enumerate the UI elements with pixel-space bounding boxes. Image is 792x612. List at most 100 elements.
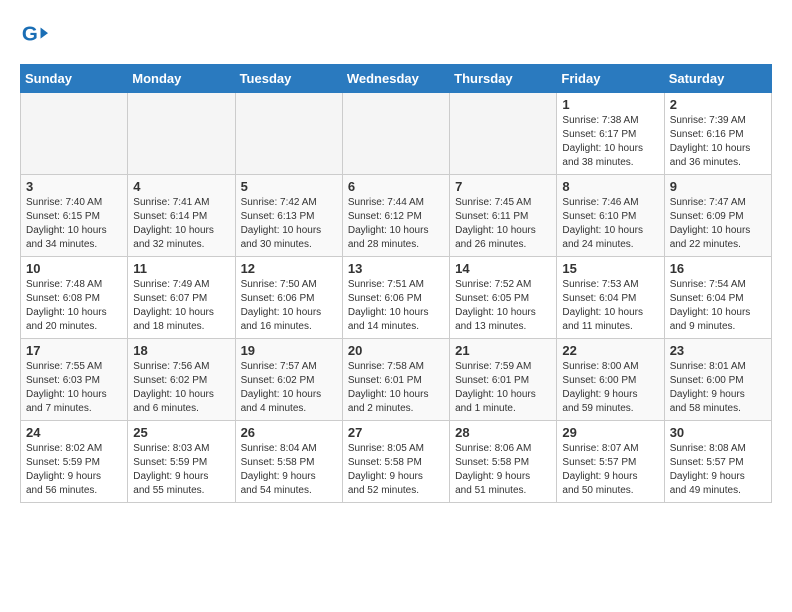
day-detail: Sunrise: 8:02 AM Sunset: 5:59 PM Dayligh… (26, 442, 122, 498)
day-cell: 21 Sunrise: 7:59 AM Sunset: 6:01 PM Dayli… (450, 339, 557, 421)
logo-icon: G (20, 20, 48, 48)
day-detail: Sunrise: 7:50 AM Sunset: 6:06 PM Dayligh… (241, 278, 337, 334)
week-row-4: 17 Sunrise: 7:55 AM Sunset: 6:03 PM Dayli… (21, 339, 772, 421)
day-number: 16 (670, 261, 766, 276)
calendar-table: SundayMondayTuesdayWednesdayThursdayFrid… (20, 64, 772, 503)
day-detail: Sunrise: 7:49 AM Sunset: 6:07 PM Dayligh… (133, 278, 229, 334)
day-detail: Sunrise: 7:46 AM Sunset: 6:10 PM Dayligh… (562, 196, 658, 252)
day-detail: Sunrise: 7:55 AM Sunset: 6:03 PM Dayligh… (26, 360, 122, 416)
day-detail: Sunrise: 8:05 AM Sunset: 5:58 PM Dayligh… (348, 442, 444, 498)
day-number: 7 (455, 179, 551, 194)
day-number: 8 (562, 179, 658, 194)
day-number: 23 (670, 343, 766, 358)
day-number: 24 (26, 425, 122, 440)
day-cell: 8 Sunrise: 7:46 AM Sunset: 6:10 PM Daylig… (557, 175, 664, 257)
day-number: 25 (133, 425, 229, 440)
day-cell: 9 Sunrise: 7:47 AM Sunset: 6:09 PM Daylig… (664, 175, 771, 257)
week-row-1: 1 Sunrise: 7:38 AM Sunset: 6:17 PM Daylig… (21, 93, 772, 175)
day-number: 29 (562, 425, 658, 440)
day-cell: 13 Sunrise: 7:51 AM Sunset: 6:06 PM Dayli… (342, 257, 449, 339)
day-cell: 24 Sunrise: 8:02 AM Sunset: 5:59 PM Dayli… (21, 421, 128, 503)
day-cell: 29 Sunrise: 8:07 AM Sunset: 5:57 PM Dayli… (557, 421, 664, 503)
day-cell: 26 Sunrise: 8:04 AM Sunset: 5:58 PM Dayli… (235, 421, 342, 503)
day-detail: Sunrise: 7:59 AM Sunset: 6:01 PM Dayligh… (455, 360, 551, 416)
day-cell: 10 Sunrise: 7:48 AM Sunset: 6:08 PM Dayli… (21, 257, 128, 339)
day-number: 17 (26, 343, 122, 358)
day-cell: 6Sunrise: 7:44 AM Sunset: 6:12 PM Daylig… (342, 175, 449, 257)
day-detail: Sunrise: 7:57 AM Sunset: 6:02 PM Dayligh… (241, 360, 337, 416)
day-detail: Sunrise: 7:41 AM Sunset: 6:14 PM Dayligh… (133, 196, 229, 252)
day-cell (21, 93, 128, 175)
day-number: 2 (670, 97, 766, 112)
day-cell: 28Sunrise: 8:06 AM Sunset: 5:58 PM Dayli… (450, 421, 557, 503)
day-number: 22 (562, 343, 658, 358)
day-number: 18 (133, 343, 229, 358)
week-row-2: 3 Sunrise: 7:40 AM Sunset: 6:15 PM Daylig… (21, 175, 772, 257)
logo: G (20, 20, 52, 48)
column-header-tuesday: Tuesday (235, 65, 342, 93)
day-cell: 27Sunrise: 8:05 AM Sunset: 5:58 PM Dayli… (342, 421, 449, 503)
day-cell: 11 Sunrise: 7:49 AM Sunset: 6:07 PM Dayli… (128, 257, 235, 339)
day-cell: 23 Sunrise: 8:01 AM Sunset: 6:00 PM Dayli… (664, 339, 771, 421)
day-number: 15 (562, 261, 658, 276)
day-number: 19 (241, 343, 337, 358)
day-number: 21 (455, 343, 551, 358)
day-cell: 20 Sunrise: 7:58 AM Sunset: 6:01 PM Dayli… (342, 339, 449, 421)
day-detail: Sunrise: 7:52 AM Sunset: 6:05 PM Dayligh… (455, 278, 551, 334)
day-number: 11 (133, 261, 229, 276)
day-detail: Sunrise: 7:44 AM Sunset: 6:12 PM Dayligh… (348, 196, 444, 252)
column-header-saturday: Saturday (664, 65, 771, 93)
day-cell (128, 93, 235, 175)
day-detail: Sunrise: 8:00 AM Sunset: 6:00 PM Dayligh… (562, 360, 658, 416)
day-number: 28 (455, 425, 551, 440)
day-detail: Sunrise: 7:38 AM Sunset: 6:17 PM Dayligh… (562, 114, 658, 170)
day-cell: 15Sunrise: 7:53 AM Sunset: 6:04 PM Dayli… (557, 257, 664, 339)
day-cell: 4 Sunrise: 7:41 AM Sunset: 6:14 PM Daylig… (128, 175, 235, 257)
day-number: 12 (241, 261, 337, 276)
day-detail: Sunrise: 8:08 AM Sunset: 5:57 PM Dayligh… (670, 442, 766, 498)
day-detail: Sunrise: 7:54 AM Sunset: 6:04 PM Dayligh… (670, 278, 766, 334)
day-detail: Sunrise: 7:39 AM Sunset: 6:16 PM Dayligh… (670, 114, 766, 170)
day-cell: 22 Sunrise: 8:00 AM Sunset: 6:00 PM Dayli… (557, 339, 664, 421)
day-cell (235, 93, 342, 175)
day-detail: Sunrise: 7:45 AM Sunset: 6:11 PM Dayligh… (455, 196, 551, 252)
day-cell: 3 Sunrise: 7:40 AM Sunset: 6:15 PM Daylig… (21, 175, 128, 257)
day-cell: 19 Sunrise: 7:57 AM Sunset: 6:02 PM Dayli… (235, 339, 342, 421)
column-header-thursday: Thursday (450, 65, 557, 93)
day-detail: Sunrise: 7:56 AM Sunset: 6:02 PM Dayligh… (133, 360, 229, 416)
day-number: 10 (26, 261, 122, 276)
day-number: 26 (241, 425, 337, 440)
day-cell: 12 Sunrise: 7:50 AM Sunset: 6:06 PM Dayli… (235, 257, 342, 339)
header-row: SundayMondayTuesdayWednesdayThursdayFrid… (21, 65, 772, 93)
day-number: 9 (670, 179, 766, 194)
day-number: 3 (26, 179, 122, 194)
day-number: 4 (133, 179, 229, 194)
day-cell (450, 93, 557, 175)
day-detail: Sunrise: 8:01 AM Sunset: 6:00 PM Dayligh… (670, 360, 766, 416)
day-cell: 30 Sunrise: 8:08 AM Sunset: 5:57 PM Dayli… (664, 421, 771, 503)
day-number: 30 (670, 425, 766, 440)
day-number: 13 (348, 261, 444, 276)
day-cell: 7 Sunrise: 7:45 AM Sunset: 6:11 PM Daylig… (450, 175, 557, 257)
day-detail: Sunrise: 7:40 AM Sunset: 6:15 PM Dayligh… (26, 196, 122, 252)
day-number: 5 (241, 179, 337, 194)
day-cell: 5Sunrise: 7:42 AM Sunset: 6:13 PM Daylig… (235, 175, 342, 257)
column-header-monday: Monday (128, 65, 235, 93)
column-header-sunday: Sunday (21, 65, 128, 93)
day-cell: 25 Sunrise: 8:03 AM Sunset: 5:59 PM Dayli… (128, 421, 235, 503)
day-detail: Sunrise: 7:51 AM Sunset: 6:06 PM Dayligh… (348, 278, 444, 334)
page-header: G (20, 20, 772, 48)
day-detail: Sunrise: 7:47 AM Sunset: 6:09 PM Dayligh… (670, 196, 766, 252)
day-detail: Sunrise: 8:03 AM Sunset: 5:59 PM Dayligh… (133, 442, 229, 498)
day-cell: 14Sunrise: 7:52 AM Sunset: 6:05 PM Dayli… (450, 257, 557, 339)
day-cell: 17 Sunrise: 7:55 AM Sunset: 6:03 PM Dayli… (21, 339, 128, 421)
day-detail: Sunrise: 8:07 AM Sunset: 5:57 PM Dayligh… (562, 442, 658, 498)
day-number: 20 (348, 343, 444, 358)
day-number: 1 (562, 97, 658, 112)
day-detail: Sunrise: 7:58 AM Sunset: 6:01 PM Dayligh… (348, 360, 444, 416)
svg-text:G: G (22, 23, 38, 46)
day-detail: Sunrise: 7:48 AM Sunset: 6:08 PM Dayligh… (26, 278, 122, 334)
column-header-wednesday: Wednesday (342, 65, 449, 93)
day-detail: Sunrise: 8:04 AM Sunset: 5:58 PM Dayligh… (241, 442, 337, 498)
day-cell: 1 Sunrise: 7:38 AM Sunset: 6:17 PM Daylig… (557, 93, 664, 175)
